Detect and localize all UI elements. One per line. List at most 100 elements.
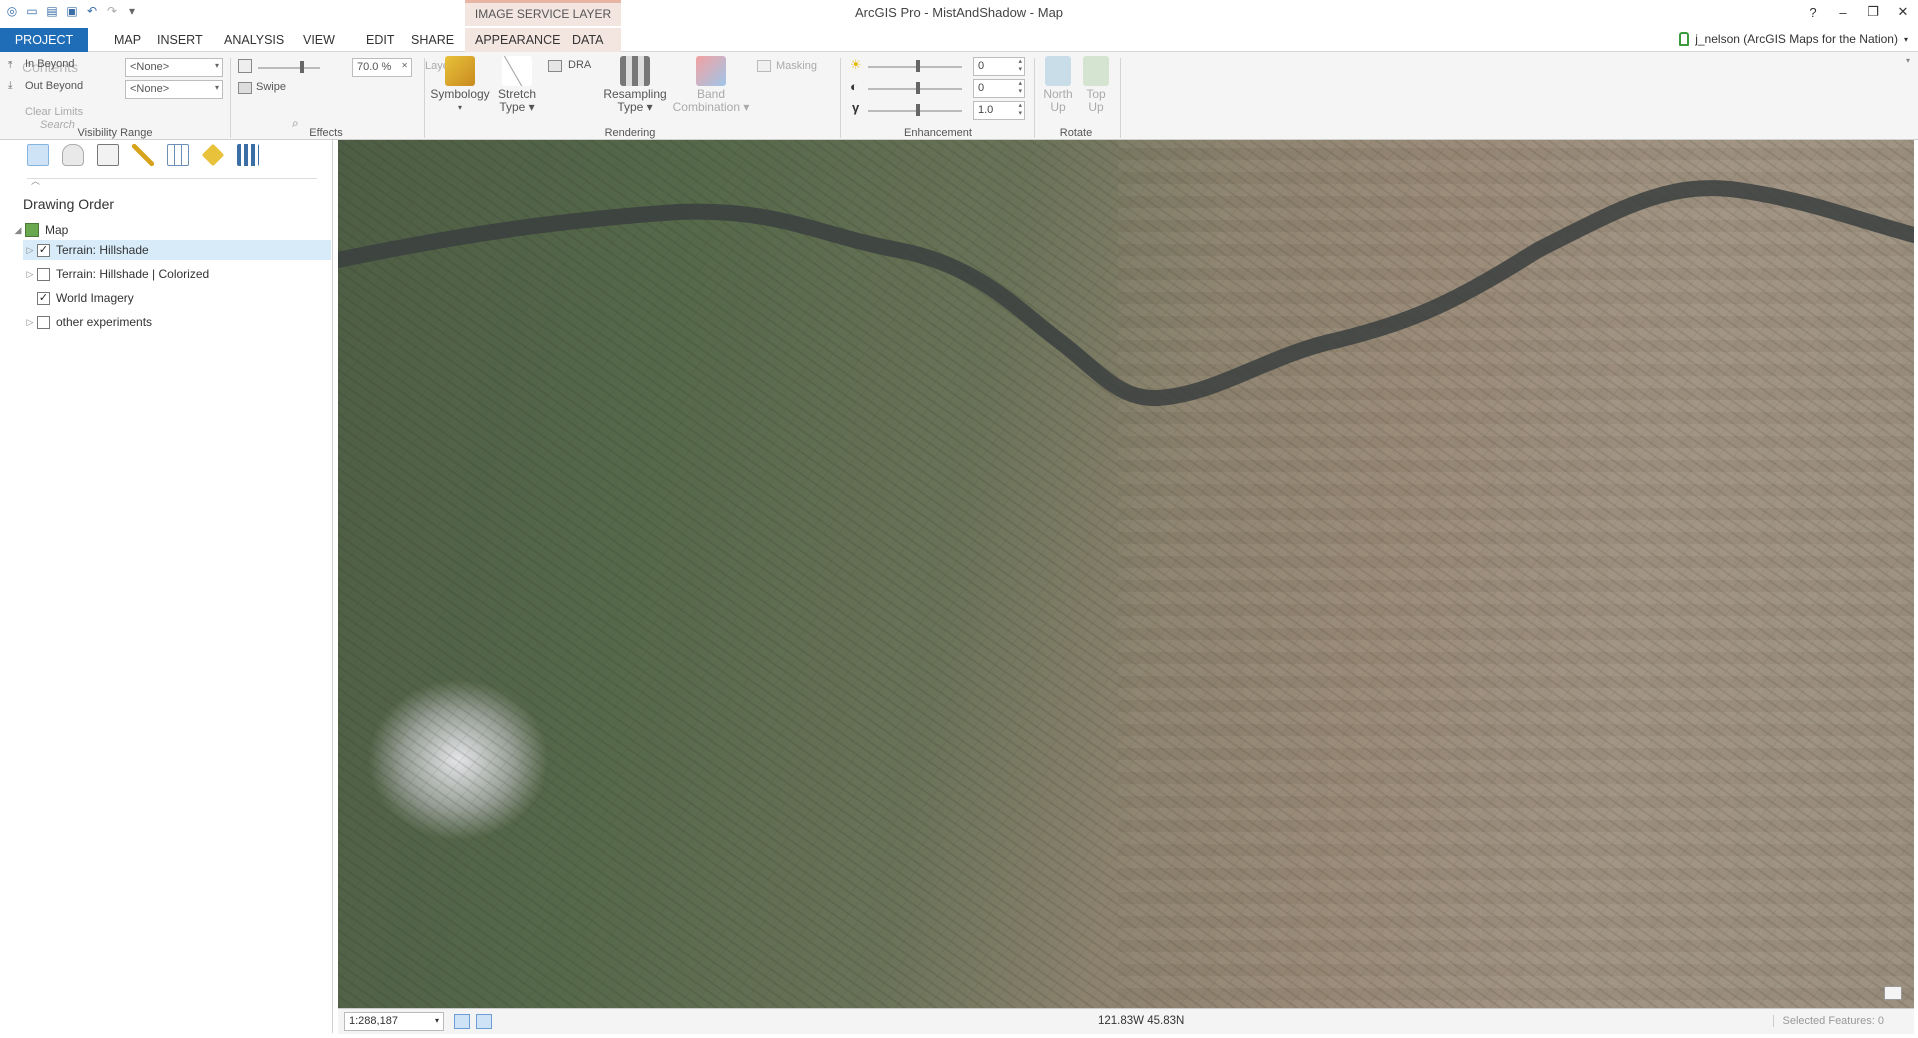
transparency-slider-thumb[interactable] <box>300 61 304 73</box>
tab-view[interactable]: VIEW <box>293 28 345 52</box>
transparency-field[interactable]: 70.0 % ✕ <box>352 58 412 77</box>
symbology-button[interactable]: Symbology ▾ <box>428 56 492 114</box>
rendering-group-label: Rendering <box>604 127 656 139</box>
active-view-caret-icon: ︿ <box>31 176 41 186</box>
group-separator <box>230 58 231 138</box>
effects-group-label: Effects <box>309 127 343 139</box>
river <box>338 180 1914 407</box>
tab-appearance[interactable]: APPEARANCE <box>465 28 562 52</box>
top-up-button[interactable]: Top Up <box>1078 56 1114 114</box>
layer-name: other experiments <box>56 315 153 329</box>
north-up-button[interactable]: North Up <box>1040 56 1076 114</box>
group-separator <box>1120 58 1121 138</box>
in-beyond-combo[interactable]: <None> ▾ <box>125 58 223 77</box>
title-bar: ◎ ▭ ▤ ▣ ↶ ↷ ▾ IMAGE SERVICE LAYER ArcGIS… <box>0 0 1918 26</box>
symbology-icon <box>445 56 475 86</box>
list-charts-icon[interactable] <box>237 144 259 166</box>
layer-visibility-checkbox[interactable]: ✓ <box>37 243 50 257</box>
gamma-slider[interactable] <box>868 110 962 112</box>
band-combination-icon <box>696 56 726 86</box>
resampling-type-button[interactable]: Resampling Type ▾ <box>600 56 670 114</box>
tree-row-map[interactable]: ◢ Map <box>11 220 325 240</box>
tab-data[interactable]: DATA <box>562 28 621 52</box>
dra-icon <box>548 60 562 72</box>
user-account[interactable]: j_nelson (ArcGIS Maps for the Nation) ▾ <box>1679 32 1908 46</box>
gamma-slider-thumb[interactable] <box>916 104 920 116</box>
window-controls: ? – ❐ ✕ <box>1798 0 1918 24</box>
group-separator <box>1034 58 1035 138</box>
tab-project[interactable]: PROJECT <box>0 28 88 52</box>
layer-name: World Imagery <box>56 291 134 305</box>
tab-map[interactable]: MAP <box>104 28 151 52</box>
layer-name: Terrain: Hillshade | Colorized <box>56 267 210 281</box>
help-button[interactable]: ? <box>1798 0 1828 24</box>
out-beyond-icon: ⤓ <box>8 80 13 91</box>
stretch-type-button[interactable]: Stretch Type ▾ <box>494 56 540 114</box>
expand-icon[interactable]: ▷ <box>23 269 37 280</box>
notifications-icon[interactable] <box>1884 986 1902 1000</box>
tab-edit[interactable]: EDIT <box>356 28 404 52</box>
brightness-slider-thumb[interactable] <box>916 60 920 72</box>
tree-row-terrain-hillshade-colorized[interactable]: ▷ Terrain: Hillshade | Colorized <box>23 264 331 284</box>
layer-visibility-checkbox[interactable] <box>37 315 50 329</box>
layer-visibility-checkbox[interactable] <box>37 267 50 281</box>
tab-analysis[interactable]: ANALYSIS <box>214 28 294 52</box>
pause-drawing-icon[interactable] <box>476 1014 492 1029</box>
contents-pane: ︿ Drawing Order ◢ Map ▷ ✓ Terrain: Hills… <box>5 140 333 1033</box>
ribbon-collapse-icon[interactable]: ▾ <box>1906 56 1910 65</box>
clear-limits-button[interactable]: Clear Limits <box>25 106 83 118</box>
list-by-editing-icon[interactable] <box>132 144 154 166</box>
tab-share[interactable]: SHARE <box>401 28 464 52</box>
close-button[interactable]: ✕ <box>1888 0 1918 24</box>
gamma-field[interactable]: 1.0 ▴ ▾ <box>973 101 1025 120</box>
stretch-curve-icon <box>502 56 532 86</box>
gamma-icon: γ <box>852 100 860 115</box>
masking-button[interactable]: Masking <box>776 60 817 72</box>
visibility-range-group-label: Visibility Range <box>77 127 153 139</box>
collapse-icon[interactable]: ◢ <box>11 225 25 236</box>
ribbon-tab-bar: PROJECT MAP INSERT ANALYSIS VIEW EDIT SH… <box>0 28 1918 52</box>
contrast-field[interactable]: 0 ▴ ▾ <box>973 79 1025 98</box>
tree-row-other-experiments[interactable]: ▷ other experiments <box>23 312 331 332</box>
contents-toolbar <box>27 143 259 167</box>
transparency-slider[interactable] <box>258 67 320 69</box>
contrast-slider[interactable] <box>868 88 962 90</box>
toolbar-divider <box>27 178 317 179</box>
list-by-selection-icon[interactable] <box>97 144 119 166</box>
layer-name: Terrain: Hillshade <box>56 243 149 257</box>
list-by-labeling-icon[interactable] <box>201 143 225 167</box>
rotate-group-label: Rotate <box>1059 127 1093 139</box>
fixed-zoom-icon[interactable] <box>454 1014 470 1029</box>
layer-visibility-checkbox[interactable]: ✓ <box>37 291 50 305</box>
transparency-icon <box>238 59 252 73</box>
band-combination-button[interactable]: Band Combination ▾ <box>670 56 752 114</box>
expand-icon[interactable]: ▷ <box>23 245 37 256</box>
resampling-icon <box>620 56 650 86</box>
swipe-button[interactable]: Swipe <box>256 81 286 93</box>
list-by-data-source-icon[interactable] <box>62 144 84 166</box>
tree-row-world-imagery[interactable]: ✓ World Imagery <box>23 288 331 308</box>
tree-row-terrain-hillshade[interactable]: ▷ ✓ Terrain: Hillshade <box>23 240 331 260</box>
lock-icon <box>1679 32 1690 46</box>
in-beyond-icon: ⤒ <box>8 60 13 71</box>
brightness-slider[interactable] <box>868 66 962 68</box>
out-beyond-combo[interactable]: <None> ▾ <box>125 80 223 99</box>
group-separator <box>840 58 841 138</box>
scale-combo[interactable]: 1:288,187 ▾ <box>344 1012 444 1031</box>
map-view[interactable] <box>338 140 1914 1008</box>
top-up-arrow-icon <box>1083 56 1109 86</box>
dra-toggle[interactable]: DRA <box>568 59 591 71</box>
in-beyond-label: In Beyond <box>25 58 75 70</box>
north-arrow-icon <box>1045 56 1071 86</box>
expand-icon[interactable]: ▷ <box>23 317 37 328</box>
masking-icon <box>757 60 771 72</box>
list-by-drawing-order-icon[interactable] <box>27 144 49 166</box>
chevron-down-icon[interactable]: ▾ <box>1904 35 1908 44</box>
tab-insert[interactable]: INSERT <box>147 28 213 52</box>
search-icon[interactable]: ⌕ <box>292 116 299 131</box>
contrast-slider-thumb[interactable] <box>916 82 920 94</box>
brightness-field[interactable]: 0 ▴ ▾ <box>973 57 1025 76</box>
minimize-button[interactable]: – <box>1828 0 1858 24</box>
restore-button[interactable]: ❐ <box>1858 0 1888 24</box>
list-by-snapping-icon[interactable] <box>167 144 189 166</box>
